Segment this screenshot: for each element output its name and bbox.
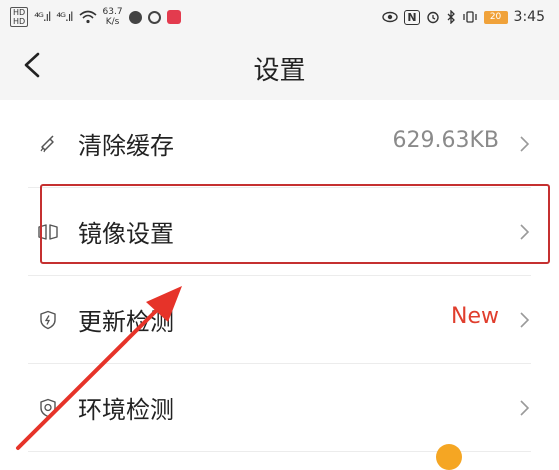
status-bar: HD HD ⁴ᴳ.ıl ⁴ᴳ.ıl 63.7 K/s N 20 3:45 xyxy=(0,0,559,34)
network-speed-value: 63.7 xyxy=(102,7,123,17)
chevron-right-icon xyxy=(520,136,530,152)
mirror-icon xyxy=(38,224,58,240)
settings-item-clear-cache[interactable]: 清除缓存 629.63KB xyxy=(0,100,559,188)
settings-item-label: 环境检测 xyxy=(78,396,174,424)
settings-item-label: 更新检测 xyxy=(78,308,174,336)
cell-signal-icon: ⁴ᴳ.ıl xyxy=(34,10,51,24)
nfc-icon: N xyxy=(404,9,420,25)
bluetooth-icon xyxy=(447,10,455,24)
alarm-icon xyxy=(426,11,439,24)
update-shield-icon xyxy=(40,310,56,330)
wifi-icon xyxy=(78,10,97,24)
new-version-badge: New xyxy=(451,304,499,329)
broom-icon xyxy=(40,135,54,153)
battery-icon: 20 xyxy=(483,10,508,24)
chevron-right-icon xyxy=(520,400,530,416)
camera-notification-icon xyxy=(147,10,161,24)
settings-item-label: 清除缓存 xyxy=(78,132,174,160)
cell-signal-icon: ⁴ᴳ.ıl xyxy=(56,10,73,24)
network-speed: 63.7 K/s xyxy=(103,7,123,27)
app-notification-icon xyxy=(128,10,142,24)
settings-item-mirror[interactable]: 镜像设置 xyxy=(0,188,559,276)
settings-item-update-check[interactable]: 更新检测 New xyxy=(0,276,559,364)
settings-list: 清除缓存 629.63KB 镜像设置 更新检测 New 环境检测 xyxy=(0,100,559,452)
clock: 3:45 xyxy=(513,9,545,25)
network-speed-unit: K/s xyxy=(105,17,120,27)
hd-badge: HD HD xyxy=(10,7,29,27)
message-app-icon xyxy=(166,10,181,24)
chevron-right-icon xyxy=(520,312,530,328)
status-bar-right: N 20 3:45 xyxy=(382,4,545,30)
hd-badge-top: HD xyxy=(13,8,26,17)
settings-item-label: 镜像设置 xyxy=(78,220,174,248)
hd-badge-bottom: HD xyxy=(13,17,26,26)
status-bar-left: HD HD ⁴ᴳ.ıl ⁴ᴳ.ıl 63.7 K/s xyxy=(10,4,181,30)
notification-dot-icon xyxy=(436,444,462,470)
settings-item-environment-check[interactable]: 环境检测 xyxy=(0,364,559,452)
vibrate-icon xyxy=(462,11,477,23)
environment-check-icon xyxy=(40,398,56,418)
chevron-right-icon xyxy=(520,224,530,240)
cache-size-value: 629.63KB xyxy=(392,128,500,153)
page-title: 设置 xyxy=(253,56,306,86)
eye-icon xyxy=(382,11,399,23)
app-header: 设置 xyxy=(0,34,559,100)
